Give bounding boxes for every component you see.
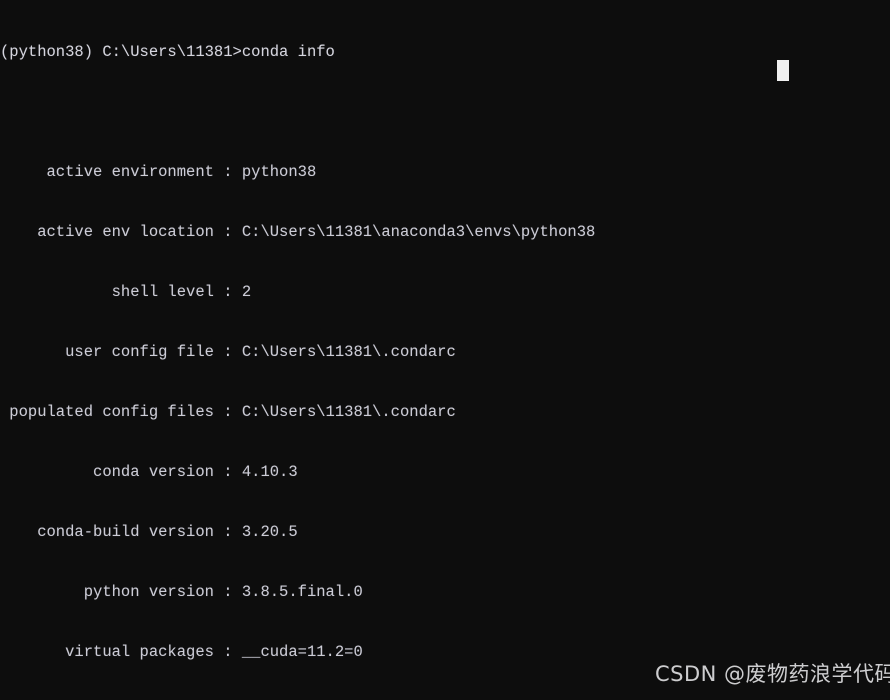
terminal-window[interactable]: (python38) C:\Users\11381>conda info act…: [0, 0, 890, 700]
terminal-line: conda-build version : 3.20.5: [0, 523, 298, 541]
text-cursor: [777, 60, 789, 81]
terminal-line: active environment : python38: [0, 163, 317, 181]
terminal-line: conda version : 4.10.3: [0, 463, 298, 481]
terminal-line: active env location : C:\Users\11381\ana…: [0, 223, 596, 241]
terminal-line: virtual packages : __cuda=11.2=0: [0, 643, 363, 661]
terminal-line: user config file : C:\Users\11381\.conda…: [0, 343, 456, 361]
terminal-line: python version : 3.8.5.final.0: [0, 583, 363, 601]
terminal-line: (python38) C:\Users\11381>conda info: [0, 43, 335, 61]
terminal-line: populated config files : C:\Users\11381\…: [0, 403, 456, 421]
terminal-output: (python38) C:\Users\11381>conda info act…: [0, 2, 809, 700]
terminal-line: shell level : 2: [0, 283, 252, 301]
csdn-watermark: CSDN @废物药浪学代码: [655, 662, 890, 686]
